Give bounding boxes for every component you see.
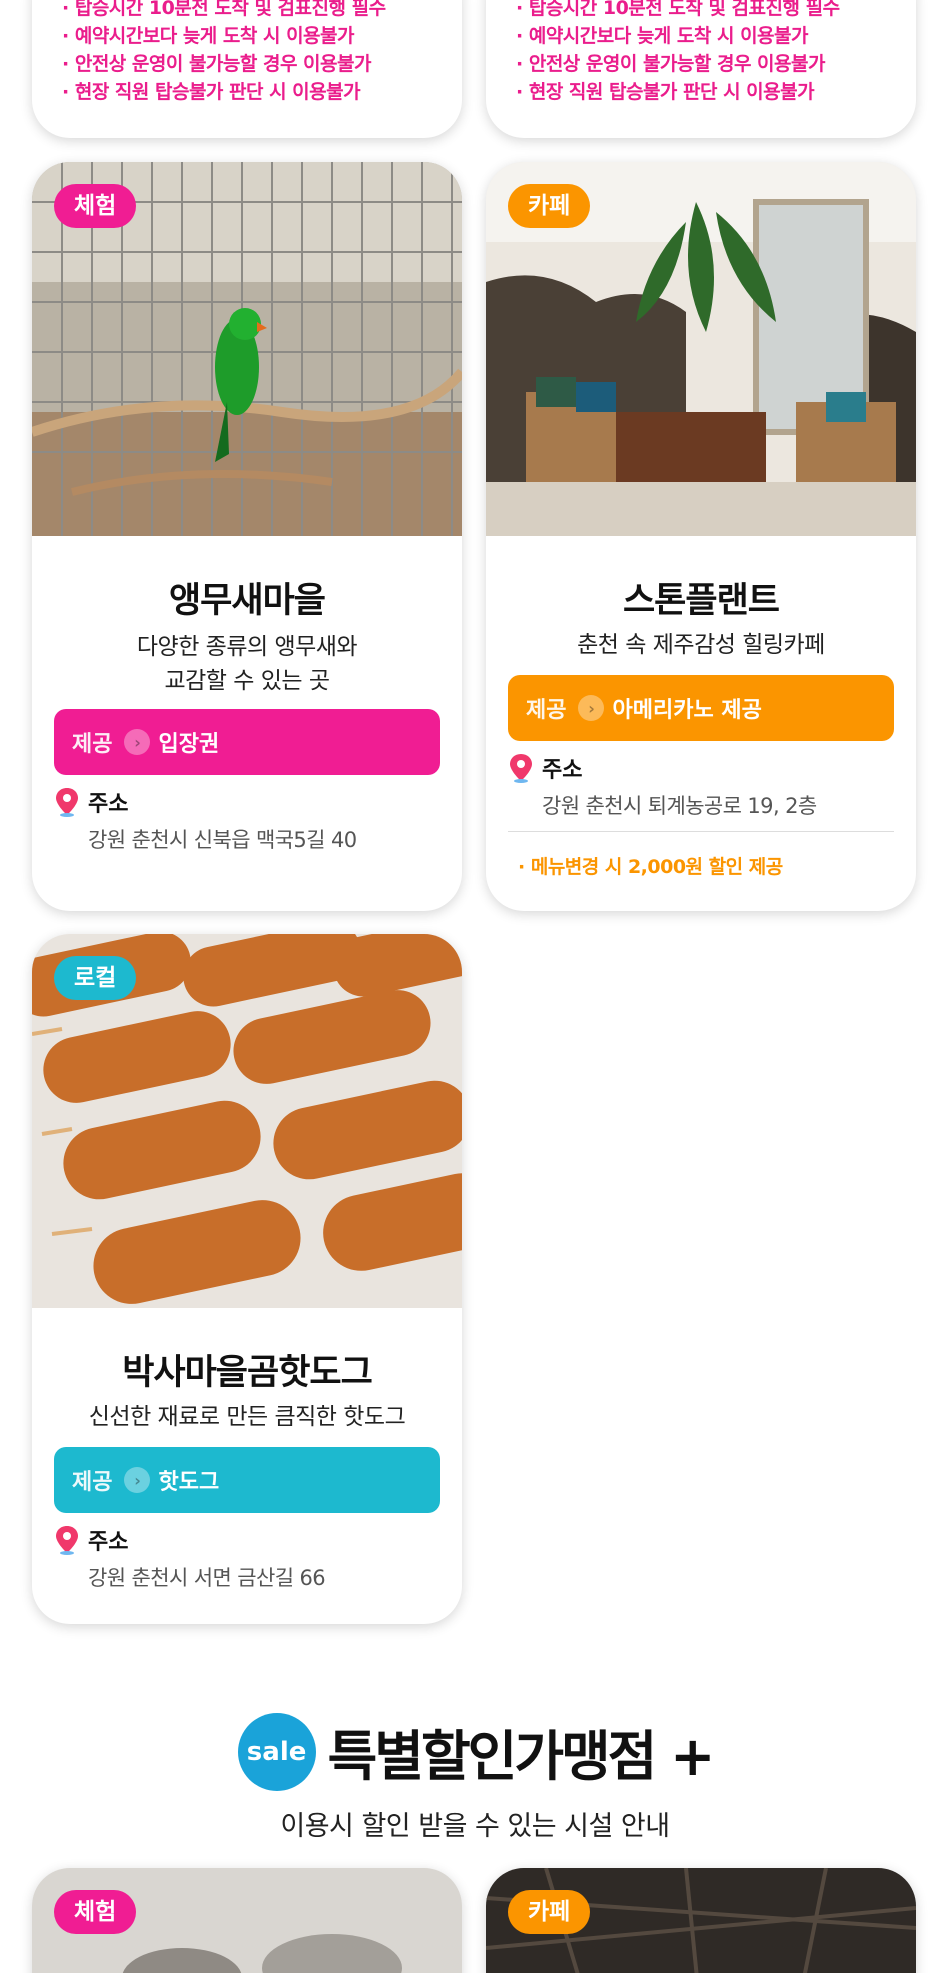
- rules-card-left: · 탑승시간 10분전 도착 및 검표진행 필수 · 예약시간보다 늦게 도착 …: [32, 0, 462, 138]
- venue-description: 다양한 종류의 앵무새와: [136, 634, 358, 660]
- parrot-cage-photo: 체험: [32, 162, 462, 536]
- page: · 탑승시간 10분전 도착 및 검표진행 필수 · 예약시간보다 늦게 도착 …: [0, 0, 950, 1973]
- rule-item: · 현장 직원 탑승불가 판단 시 이용불가: [516, 81, 815, 103]
- venue-card-hotdog[interactable]: 로컬 박사마을곰핫도그 신선한 재료로 만든 큼직한 핫도그 제공 › 핫도그 …: [32, 934, 462, 1624]
- venue-card-partial-right[interactable]: 카페: [486, 1868, 916, 1973]
- sale-section-subtitle: 이용시 할인 받을 수 있는 시설 안내: [280, 1811, 670, 1842]
- rules-list: · 탑승시간 10분전 도착 및 검표진행 필수 · 예약시간보다 늦게 도착 …: [62, 0, 386, 106]
- rule-item: · 현장 직원 탑승불가 판단 시 이용불가: [62, 81, 361, 103]
- address-label: 주소: [542, 758, 583, 783]
- address-label: 주소: [88, 792, 129, 817]
- venue-card-parrot-village[interactable]: 체험 앵무새마을 다양한 종류의 앵무새와 교감할 수 있는 곳 제공 › 입장…: [32, 162, 462, 911]
- address-text: 강원 춘천시 신북읍 맥국5길 40: [88, 828, 357, 852]
- divider: [508, 831, 894, 832]
- offer-value: 입장권: [158, 732, 220, 757]
- stone-cafe-photo: 카페: [486, 162, 916, 536]
- category-tag: 체험: [54, 184, 137, 228]
- sale-section-title: 특별할인가맹점 +: [327, 1725, 716, 1788]
- venue-title: 박사마을곰핫도그: [122, 1353, 373, 1393]
- location-pin-icon: [56, 1526, 78, 1555]
- address-text: 강원 춘천시 퇴계농공로 19, 2층: [542, 794, 817, 818]
- chevron-right-icon: ›: [124, 1467, 151, 1493]
- address-text: 강원 춘천시 서면 금산길 66: [88, 1566, 326, 1590]
- offer-label: 제공: [72, 732, 113, 757]
- venue-card-partial-left[interactable]: 체험: [32, 1868, 462, 1973]
- rule-item: · 탑승시간 10분전 도착 및 검표진행 필수: [62, 0, 386, 19]
- rule-item: · 예약시간보다 늦게 도착 시 이용불가: [516, 25, 808, 47]
- rule-item: · 안전상 운영이 불가능할 경우 이용불가: [62, 53, 371, 75]
- address-heading: 주소: [54, 1524, 128, 1556]
- offer-value: 핫도그: [158, 1470, 220, 1495]
- location-pin-icon: [510, 754, 532, 783]
- chevron-right-icon: ›: [578, 695, 605, 721]
- venue-description: 교감할 수 있는 곳: [164, 668, 330, 694]
- hotdog-photo: 로컬: [32, 934, 462, 1308]
- offer-bar[interactable]: 제공 › 입장권: [54, 709, 440, 775]
- offer-bar[interactable]: 제공 › 핫도그: [54, 1447, 440, 1513]
- offer-value: 아메리카노 제공: [612, 698, 762, 723]
- address-heading: 주소: [54, 786, 128, 818]
- offer-label: 제공: [526, 698, 567, 723]
- rules-card-right: · 탑승시간 10분전 도착 및 검표진행 필수 · 예약시간보다 늦게 도착 …: [486, 0, 916, 138]
- sale-section-header: sale 특별할인가맹점 +: [0, 1712, 950, 1791]
- offer-bar[interactable]: 제공 › 아메리카노 제공: [508, 675, 894, 741]
- sale-badge: sale: [237, 1712, 316, 1791]
- address-heading: 주소: [508, 752, 582, 784]
- category-tag: 카페: [508, 184, 591, 228]
- cafe-interior-photo: 카페: [486, 1868, 916, 1973]
- venue-card-stone-plant[interactable]: 카페 스톤플랜트 춘천 속 제주감성 힐링카페 제공 › 아메리카노 제공 주소…: [486, 162, 916, 911]
- rule-item: · 예약시간보다 늦게 도착 시 이용불가: [62, 25, 354, 47]
- location-pin-icon: [56, 788, 78, 817]
- category-tag: 체험: [54, 1890, 137, 1934]
- address-label: 주소: [88, 1530, 129, 1555]
- category-tag: 로컬: [54, 956, 137, 1000]
- chevron-right-icon: ›: [124, 729, 151, 755]
- venue-title: 스톤플랜트: [622, 581, 780, 621]
- rules-list: · 탑승시간 10분전 도착 및 검표진행 필수 · 예약시간보다 늦게 도착 …: [516, 0, 840, 106]
- discount-note: · 메뉴변경 시 2,000원 할인 제공: [518, 856, 783, 878]
- offer-label: 제공: [72, 1470, 113, 1495]
- venue-description: 신선한 재료로 만든 큼직한 핫도그: [88, 1404, 406, 1430]
- venue-description: 춘천 속 제주감성 힐링카페: [577, 632, 825, 658]
- rule-item: · 탑승시간 10분전 도착 및 검표진행 필수: [516, 0, 840, 19]
- pottery-photo: 체험: [32, 1868, 462, 1973]
- rule-item: · 안전상 운영이 불가능할 경우 이용불가: [516, 53, 825, 75]
- category-tag: 카페: [508, 1890, 591, 1934]
- venue-title: 앵무새마을: [168, 581, 326, 621]
